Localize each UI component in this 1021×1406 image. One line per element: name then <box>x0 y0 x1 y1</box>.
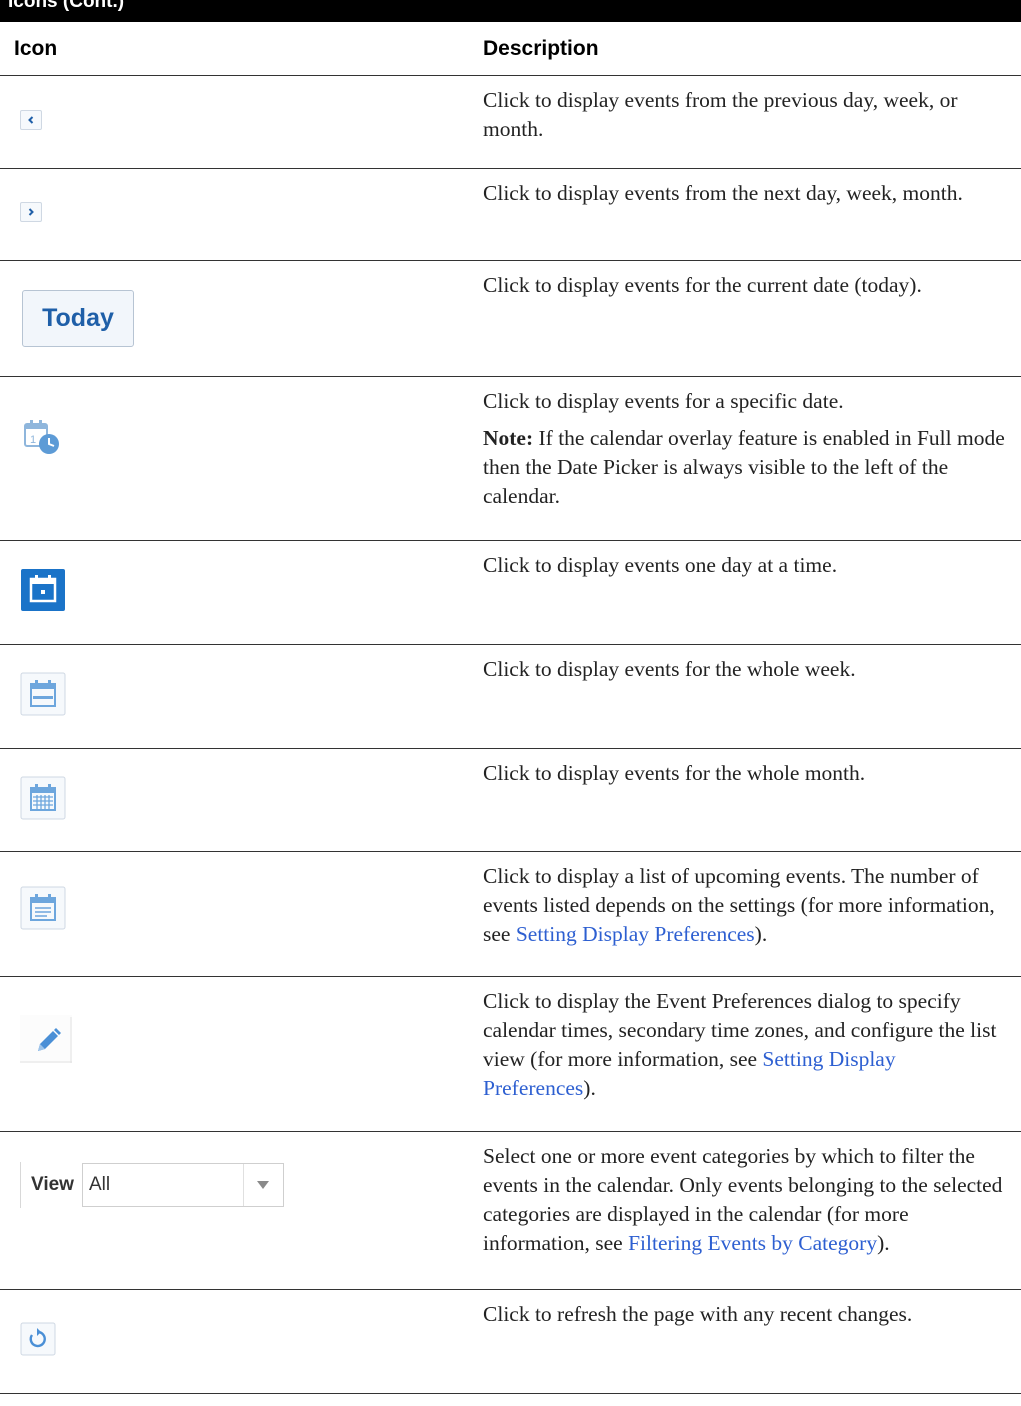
list-view-icon[interactable] <box>20 886 66 930</box>
refresh-icon[interactable] <box>20 1322 56 1356</box>
icons-table: Icon Description Click to display events… <box>0 22 1021 1394</box>
note-text: If the calendar overlay feature is enabl… <box>483 426 1005 508</box>
description-cell: Click to display events for a specific d… <box>469 376 1021 541</box>
table-row: 1 Click to display events for a specific… <box>0 376 1021 541</box>
table-row: Click to display events from the previou… <box>0 75 1021 169</box>
description-cell: Click to display events one day at a tim… <box>469 540 1021 645</box>
category-select-value: All <box>88 1173 111 1195</box>
description-paragraph: Select one or more event categories by w… <box>483 1142 1007 1258</box>
icon-cell <box>0 976 469 1132</box>
icon-cell <box>0 75 469 169</box>
description-text: Click to display events for the whole mo… <box>483 761 866 785</box>
description-cell: Click to display events for the whole mo… <box>469 748 1021 852</box>
icon-cell: 1 <box>0 376 469 541</box>
pencil-icon[interactable] <box>20 1014 72 1063</box>
icon-cell <box>0 851 469 977</box>
description-text: ). <box>583 1076 596 1100</box>
date-picker-icon[interactable]: 1 <box>22 418 66 456</box>
svg-text:1: 1 <box>30 434 36 446</box>
section-title: Icons (Cont.) <box>8 0 125 12</box>
description-cell: Click to display the Event Preferences d… <box>469 976 1021 1132</box>
description-text: Click to display events from the next da… <box>483 181 963 205</box>
description-paragraph: Click to display a list of upcoming even… <box>483 862 1007 949</box>
month-view-icon[interactable] <box>20 776 66 820</box>
table-row: Click to display the Event Preferences d… <box>0 976 1021 1132</box>
description-cell: Click to display events from the previou… <box>469 75 1021 169</box>
day-view-icon[interactable] <box>20 568 66 612</box>
category-select[interactable]: All <box>81 1162 284 1207</box>
today-button[interactable]: Today <box>22 290 134 347</box>
icon-cell: View All <box>0 1131 469 1290</box>
table-row: Click to display events for the whole mo… <box>0 748 1021 852</box>
icon-cell: Today <box>0 260 469 377</box>
column-header-description: Description <box>469 22 1021 76</box>
table-row: Today Click to display events for the cu… <box>0 260 1021 377</box>
chevron-down-icon[interactable] <box>256 1180 269 1189</box>
table-row: Click to display events one day at a tim… <box>0 540 1021 645</box>
note-paragraph: Note: If the calendar overlay feature is… <box>483 424 1007 511</box>
divider <box>20 1161 21 1208</box>
icon-cell <box>0 540 469 645</box>
table-row: Click to display events from the next da… <box>0 168 1021 261</box>
page-top-bar: Icons (Cont.) <box>0 0 1021 22</box>
description-text: Click to display events one day at a tim… <box>483 553 838 577</box>
table-row: Click to display events for the whole we… <box>0 644 1021 749</box>
description-cell: Click to refresh the page with any recen… <box>469 1289 1021 1394</box>
chevron-right-icon[interactable] <box>20 202 42 222</box>
description-text: Click to display events from the previou… <box>483 88 958 141</box>
description-text: Click to refresh the page with any recen… <box>483 1302 913 1326</box>
description-text: Click to display events for the whole we… <box>483 657 856 681</box>
filtering-events-by-category-link[interactable]: Filtering Events by Category <box>628 1231 877 1255</box>
icon-cell <box>0 644 469 749</box>
week-view-icon[interactable] <box>20 672 66 716</box>
description-text: ). <box>877 1231 890 1255</box>
table-row: View All Select one or more event catego… <box>0 1131 1021 1290</box>
view-label: View <box>31 1173 74 1195</box>
description-cell: Click to display a list of upcoming even… <box>469 851 1021 977</box>
table-row: Click to display a list of upcoming even… <box>0 851 1021 977</box>
table-row: Click to refresh the page with any recen… <box>0 1289 1021 1394</box>
icon-cell <box>0 168 469 261</box>
icon-cell <box>0 748 469 852</box>
setting-display-preferences-link[interactable]: Setting Display Preferences <box>516 922 755 946</box>
description-text: Click to display events for the current … <box>483 273 922 297</box>
column-header-icon: Icon <box>0 22 469 76</box>
description-paragraph: Click to display the Event Preferences d… <box>483 987 1007 1103</box>
icon-cell <box>0 1289 469 1394</box>
description-text: ). <box>754 922 768 946</box>
view-filter: View All <box>20 1161 469 1208</box>
description-text: Click to display events for a specific d… <box>483 389 844 413</box>
table-header-row: Icon Description <box>0 22 1021 76</box>
description-cell: Select one or more event categories by w… <box>469 1131 1021 1290</box>
chevron-left-icon[interactable] <box>20 109 42 130</box>
note-label: Note: <box>483 426 534 450</box>
description-cell: Click to display events from the next da… <box>469 168 1021 261</box>
description-cell: Click to display events for the whole we… <box>469 644 1021 749</box>
description-cell: Click to display events for the current … <box>469 260 1021 377</box>
description-text: Click to display the Event Preferences d… <box>483 989 997 1071</box>
select-separator <box>242 1163 244 1206</box>
